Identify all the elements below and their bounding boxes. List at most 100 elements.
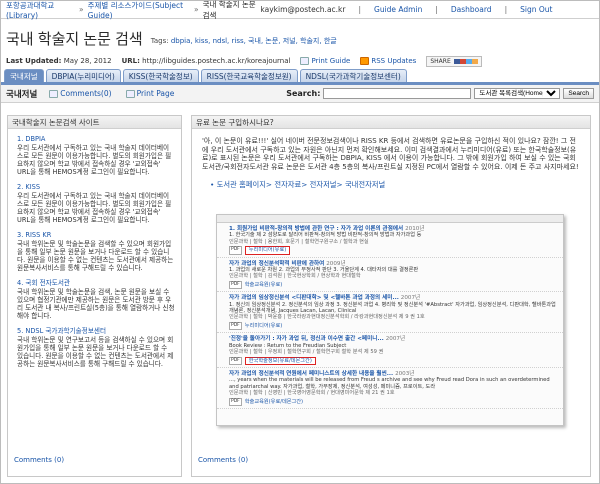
list-item: 4. 국회 전자도서관 국내 학위논문 및 학술논문을 검색, 논문 원문을 보실… <box>17 279 175 320</box>
comments-link[interactable]: Comments(0) <box>49 89 112 98</box>
ejournal-path-link[interactable]: 도서관 홈페이지> 전자자료> 전자저널> 국내전자저널 <box>217 180 386 189</box>
share-button[interactable]: SHARE <box>426 55 482 67</box>
site-link-dbpia[interactable]: 1. DBPIA <box>17 135 175 143</box>
result-item: 자가 과업의 정신분석학적 비판에 관하여 2009년 1. 과업의 새로운 차… <box>217 258 563 293</box>
result-meta: 인문과학 | 철학 | 용한희, 호문기 | 철학연구원구소 / 철학과 현실 <box>229 238 369 245</box>
left-box: 국내학술지 논문검색 사이트 1. DBPIA 우리 도서관에서 구독하고 있는 … <box>7 115 182 477</box>
result-item: '진정'을 돌아가기 : 자가 과업 뒤, 정신과 이수면 출간 <페미니...… <box>217 333 563 368</box>
breadcrumb-separator: » <box>194 5 199 14</box>
printer-icon <box>125 89 135 98</box>
right-comments-link[interactable]: Comments (0) <box>198 456 248 464</box>
site-desc: 국내 학위논문 및 학술논문을 검색할 수 있으며 회원가입을 통해 일부 논문… <box>17 240 174 272</box>
rss-label: RSS Updates <box>371 57 417 65</box>
print-page-link[interactable]: Print Page <box>125 89 175 98</box>
result-snippet: ..., years when the materials will be re… <box>229 377 550 390</box>
print-guide-link[interactable]: Print Guide <box>300 57 350 65</box>
site-list: 1. DBPIA 우리 도서관에서 구독하고 있는 국내 학술지 데이터베이스로 … <box>8 129 181 368</box>
search-area: Search: 도서관 목록검색(Homepage) Search <box>286 88 594 99</box>
tag-list[interactable]: dbpia, kiss, ndsl, riss, 국내, 논문, 저널, 학술지… <box>171 37 337 45</box>
result-year: 2007년 <box>385 336 406 343</box>
rss-icon <box>360 57 370 65</box>
pdf-icon: PDF <box>229 397 242 406</box>
site-desc: 우리 도서관에서 구독하고 있는 국내 학술지 데이터베이스로 모든 원문이 이… <box>17 144 172 176</box>
user-menu-separator: | <box>435 5 438 14</box>
result-meta: 인문과학 | 철학 | 신영빈 | 한국영어영문학회 / 현대영미어문학 제 2… <box>229 390 395 397</box>
page-title: 국내저널 <box>6 89 38 100</box>
user-menu-separator: | <box>504 5 508 14</box>
result-item: 자가 과업의 임상정신분석 <디판대학> 및 <헬바톤 과업 과정의 세미...… <box>217 292 563 334</box>
result-year: 2003년 <box>395 370 415 377</box>
breadcrumb-subject-guide[interactable]: 주제별 리소스가이드(Subject Guide) <box>88 0 190 20</box>
tab-korean-journals[interactable]: 국내저널 <box>4 69 44 82</box>
left-box-heading: 국내학술지 논문검색 사이트 <box>8 116 181 129</box>
intro-text: '아, 이 논문이 유료!!!' 실어 네이버 전문정보검색이나 RISS KR… <box>202 137 579 172</box>
search-label: Search: <box>286 89 321 98</box>
pdf-icon: PDF <box>229 246 242 255</box>
sign-out-link[interactable]: Sign Out <box>520 5 552 14</box>
result-source: 학술교육원(유료) <box>244 281 283 288</box>
search-input[interactable] <box>323 88 472 99</box>
comment-icon <box>49 89 59 98</box>
guide-title: 국내 학술지 논문 검색 <box>6 31 143 48</box>
search-results-screenshot: 1. 회원가입 비판적-창의적 방법에 관한 연구 : 자가 과업 이론의 관점… <box>216 214 564 426</box>
result-title: 자가 과업의 임상정신분석 <디판대학> 및 <헬바톤 과업 과정의 세미... <box>229 295 399 302</box>
share-label: SHARE <box>430 57 451 65</box>
result-source-highlight: 한국학술정보(유료/데몬그간) <box>244 356 316 365</box>
user-menu-separator: | <box>358 5 362 14</box>
print-guide-label: Print Guide <box>311 57 351 65</box>
result-source: 누리미디어(유료) <box>244 322 283 329</box>
search-scope-select[interactable]: 도서관 목록검색(Homepage) <box>474 88 561 99</box>
result-meta: 인문과학 | 철학 | 우정희 | 철학연구회 / 철학연구회 철학 분석 제 … <box>229 349 384 356</box>
result-title: 자가 과업의 정신분석학적 비판에 관하여 <box>229 260 325 267</box>
breadcrumb-current: 국내 학술지 논문 검색 <box>202 0 256 20</box>
last-updated-label: Last Updated: <box>6 57 62 65</box>
dashboard-link[interactable]: Dashboard <box>451 5 492 14</box>
result-meta: 인문과학 | 철학 | 김석원 | 한국현상학회 / 현상학과 현대철학 <box>229 273 361 280</box>
list-item: 2. KISS 우리 도서관에서 구독하고 있는 국내 학술지 데이터베이스로 모… <box>17 183 175 224</box>
pdf-icon: PDF <box>229 321 242 331</box>
last-updated-value: May 28, 2012 <box>63 57 112 65</box>
screenshot-tab-strip <box>217 215 563 223</box>
site-link-riss[interactable]: 3. RISS KR <box>17 231 175 239</box>
right-box-heading: 유료 논문 구입하시나요? <box>192 116 590 129</box>
result-source: 학술교육원(유료/데몬그간) <box>244 398 304 405</box>
result-title: '진정'을 돌아가기 : 자가 과업 뒤, 정신과 이수면 출간 <페미니... <box>229 336 384 343</box>
path-bullet: • 도서관 홈페이지> 전자자료> 전자저널> 국내전자저널 <box>210 179 386 189</box>
breadcrumb-separator: » <box>79 5 84 14</box>
share-services-icon <box>453 58 478 64</box>
printer-icon <box>300 57 310 65</box>
rss-link[interactable]: RSS Updates <box>360 57 416 65</box>
result-title: 자가 과업의 정신분석적 연원에서 페미니스트의 상세한 내용을 훨씬... <box>229 370 394 377</box>
url-label: URL: <box>121 57 140 65</box>
result-year: 2007년 <box>400 295 421 302</box>
list-item: 1. DBPIA 우리 도서관에서 구독하고 있는 국내 학술지 데이터베이스로 … <box>17 135 175 176</box>
site-desc: 국내 학위논문 및 연구보고서 등을 검색하실 수 있으며 회원가입을 통해 일… <box>17 336 174 368</box>
result-item: 자가 과업의 정신분석적 연원에서 페미니스트의 상세한 내용을 훨씬... 2… <box>217 368 563 409</box>
right-box: 유료 논문 구입하시나요? '아, 이 논문이 유료!!!' 실어 네이버 전문… <box>191 115 591 477</box>
site-desc: 국내 학위논문 및 학술논문을 검색, 논문 원문을 보실 수 있으며 협정기관… <box>17 288 175 320</box>
site-link-ndsl[interactable]: 5. NDSL 국가과학기술정보센터 <box>17 327 175 335</box>
breadcrumb-library[interactable]: 포항공과대학교 (Library) <box>6 0 75 20</box>
tab-riss[interactable]: RISS(한국교육학술정보원) <box>200 69 298 82</box>
result-meta: 인문과학 | 철학 | 박윤흥 | 한국라캉과현대정신분석학회 / 라캉과현대정… <box>229 314 425 321</box>
site-link-kiss[interactable]: 2. KISS <box>17 183 175 191</box>
tab-kiss[interactable]: KISS(한국학술정보) <box>122 69 199 82</box>
site-link-national-assembly[interactable]: 4. 국회 전자도서관 <box>17 279 175 287</box>
pdf-icon: PDF <box>229 280 242 290</box>
user-email: kaykim@postech.ac.kr <box>260 5 346 14</box>
guide-tags: Tags: dbpia, kiss, ndsl, riss, 국내, 논문, 저… <box>151 36 337 46</box>
tab-dbpia[interactable]: DBPIA(누리미디어) <box>45 69 121 82</box>
list-item: 3. RISS KR 국내 학위논문 및 학술논문을 검색할 수 있으며 회원가입… <box>17 231 175 272</box>
pdf-icon: PDF <box>229 356 242 365</box>
list-item: 5. NDSL 국가과학기술정보센터 국내 학위논문 및 연구보고서 등을 검색하… <box>17 327 175 368</box>
content-area: 국내학술지 논문검색 사이트 1. DBPIA 우리 도서관에서 구독하고 있는 … <box>1 107 599 483</box>
page: 포항공과대학교 (Library) » 주제별 리소스가이드(Subject G… <box>0 0 600 484</box>
guide-admin-link[interactable]: Guide Admin <box>374 5 422 14</box>
comments-label: Comments(0) <box>60 89 112 98</box>
result-item: 1. 회원가입 비판적-창의적 방법에 관한 연구 : 자가 과업 이론의 관점… <box>217 223 563 258</box>
left-comments-link[interactable]: Comments (0) <box>14 456 64 464</box>
tab-ndsl[interactable]: NDSL(국가과학기술정보센터) <box>299 69 407 82</box>
tags-label: Tags: <box>150 37 169 45</box>
search-button[interactable]: Search <box>563 88 594 99</box>
print-page-label: Print Page <box>136 89 175 98</box>
